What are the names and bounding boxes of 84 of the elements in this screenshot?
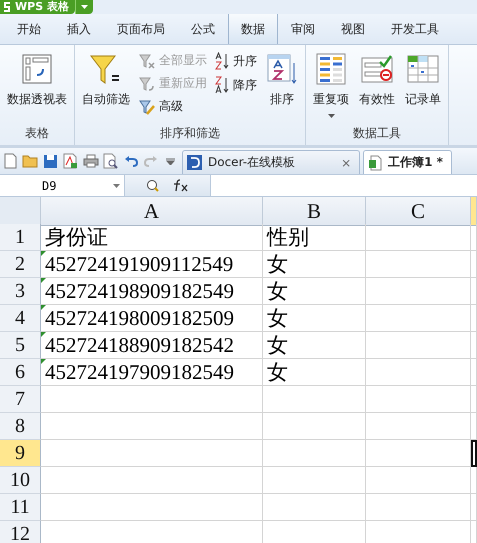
dropdown-button[interactable] xyxy=(74,0,93,14)
table-cell: 452724197909182549 xyxy=(41,359,263,386)
new-file-icon xyxy=(4,153,17,169)
menu-tab[interactable]: 数据 xyxy=(228,14,278,44)
menu-tab[interactable]: 插入 xyxy=(54,14,104,44)
column-header[interactable]: B xyxy=(263,197,366,226)
ribbon-button[interactable]: 数据透视表 xyxy=(4,51,70,110)
export-pdf-button[interactable] xyxy=(62,152,79,170)
ribbon-button[interactable]: 记录单 xyxy=(402,51,444,110)
table-cell: 452724188909182542 xyxy=(41,332,263,359)
caret-icon xyxy=(166,158,175,164)
row-header[interactable]: 1 xyxy=(0,224,41,251)
row-header[interactable]: 7 xyxy=(0,386,41,413)
save-button[interactable] xyxy=(42,152,59,170)
table-cell: 452724198009182509 xyxy=(41,305,263,332)
folder-icon xyxy=(22,154,39,168)
row-header[interactable]: 6 xyxy=(0,359,41,386)
group-title: 数据工具 xyxy=(352,125,402,142)
menu-tab[interactable]: 视图 xyxy=(328,14,378,44)
printer-icon xyxy=(82,154,98,168)
row-header[interactable]: 4 xyxy=(0,305,41,332)
pivot-table-icon xyxy=(21,53,53,85)
filter-icon xyxy=(90,53,122,85)
function-icon[interactable] xyxy=(173,179,189,192)
filter-clear-icon xyxy=(139,52,155,68)
row-header[interactable]: 11 xyxy=(0,494,41,521)
row-header[interactable]: 10 xyxy=(0,467,41,494)
undo-icon xyxy=(124,155,138,167)
menu-tab[interactable]: 公式 xyxy=(178,14,228,44)
selected-cell xyxy=(471,440,477,467)
table-cell: 女 xyxy=(263,251,366,278)
table-cell: 452724191909112549 xyxy=(41,251,263,278)
row-header[interactable]: 5 xyxy=(0,332,41,359)
ribbon-button[interactable]: 高级 xyxy=(137,97,209,116)
dropdown-arrow-icon xyxy=(113,184,120,188)
sort-icon xyxy=(266,53,298,85)
table-cell: 女 xyxy=(263,332,366,359)
close-icon[interactable]: × xyxy=(341,156,352,170)
document-tab[interactable]: 工作簿1 * xyxy=(363,150,452,174)
ribbon-button[interactable]: 升序 xyxy=(213,51,259,71)
spreadsheet-icon xyxy=(368,154,382,170)
filter-reapply-icon xyxy=(139,76,155,92)
table-cell: 女 xyxy=(263,359,366,386)
table-cell: 女 xyxy=(263,305,366,332)
duplicates-icon xyxy=(315,53,347,85)
group-title: 排序和筛选 xyxy=(159,125,221,142)
print-preview-button[interactable] xyxy=(102,152,119,170)
table-cell: 身份证 xyxy=(41,224,263,251)
print-button[interactable] xyxy=(82,152,99,170)
table-cell: 452724198909182549 xyxy=(41,278,263,305)
new-file-button[interactable] xyxy=(2,152,19,170)
column-header[interactable]: C xyxy=(366,197,471,226)
zoom-icon[interactable] xyxy=(146,179,159,192)
docer-logo-icon xyxy=(187,155,202,170)
column-header[interactable]: A xyxy=(41,197,263,226)
group-title: 表格 xyxy=(24,125,50,142)
table-cell: 女 xyxy=(263,278,366,305)
row-header[interactable]: 3 xyxy=(0,278,41,305)
document-tab[interactable]: Docer-在线模板 × xyxy=(182,150,360,174)
ribbon-button[interactable]: 自动筛选 xyxy=(79,51,133,110)
row-header[interactable]: 2 xyxy=(0,251,41,278)
menu-tab[interactable]: 开始 xyxy=(4,14,54,44)
menu-tab[interactable]: 开发工具 xyxy=(378,14,452,44)
sort-ascending-icon xyxy=(215,52,229,70)
ribbon-button[interactable]: 有效性 xyxy=(356,51,398,110)
validation-icon xyxy=(361,53,393,85)
pdf-export-icon xyxy=(63,153,78,169)
record-form-icon xyxy=(407,53,439,85)
row-header[interactable]: 8 xyxy=(0,413,41,440)
sort-descending-icon xyxy=(215,76,229,94)
ribbon-button[interactable]: 降序 xyxy=(213,75,259,95)
redo-icon xyxy=(144,155,158,167)
caret-icon xyxy=(80,4,88,10)
menu-tab[interactable]: 页面布局 xyxy=(104,14,178,44)
table-cell: 性别 xyxy=(263,224,366,251)
filter-pencil-icon xyxy=(139,98,155,114)
preview-icon xyxy=(103,153,118,169)
row-header[interactable]: 12 xyxy=(0,521,41,543)
menu-tab[interactable]: 审阅 xyxy=(278,14,328,44)
logo-icon xyxy=(3,2,11,12)
ribbon-button[interactable]: 排序 xyxy=(263,51,301,110)
row-header[interactable]: 9 xyxy=(0,440,41,467)
save-icon xyxy=(43,154,58,168)
ribbon-button[interactable]: 重复项 xyxy=(310,51,352,120)
